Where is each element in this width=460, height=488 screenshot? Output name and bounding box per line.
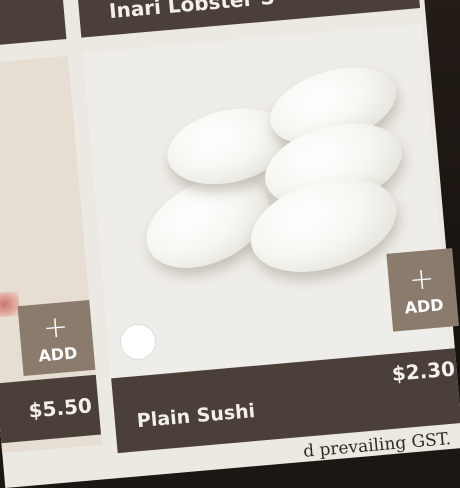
price-plain-sushi: $2.30 — [390, 356, 456, 386]
plus-icon: + — [41, 308, 70, 346]
add-label-plain-sushi: ADD — [403, 294, 445, 317]
add-label-left: ADD — [37, 342, 79, 366]
kiosk-screen: Inari Lobster S + ADD $5.50 + ADD Plain … — [0, 0, 460, 488]
item-title-inari-lobster: Inari Lobster S — [108, 0, 276, 24]
price-bar-left: $5.50 — [0, 374, 102, 444]
plus-icon: + — [407, 260, 436, 298]
add-button-plain-sushi[interactable]: + ADD — [386, 248, 459, 332]
left-card-title-bar — [0, 0, 67, 48]
item-name-plain-sushi: Plain Sushi — [136, 400, 256, 433]
price-left: $5.50 — [27, 393, 93, 423]
add-button-left[interactable]: + ADD — [17, 299, 96, 376]
